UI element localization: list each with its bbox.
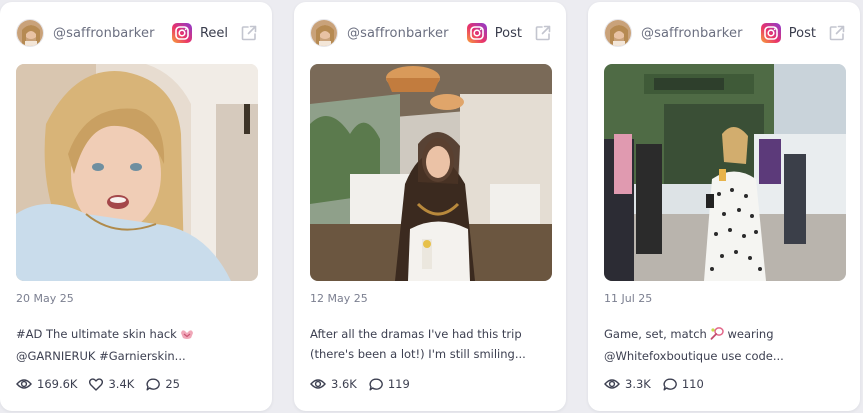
likes-stat: 3.4K (89, 377, 134, 391)
post-caption: After all the dramas I've had this trip … (310, 324, 550, 364)
instagram-icon (171, 23, 192, 43)
eye-icon (604, 379, 620, 389)
engagement-stats: 3.6K 119 (310, 377, 422, 391)
eye-icon (310, 379, 326, 389)
post-thumbnail[interactable] (310, 64, 552, 281)
views-count: 3.3K (625, 377, 651, 391)
instagram-icon (760, 23, 781, 43)
post-type-label: Reel (199, 25, 228, 41)
comments-stat: 25 (146, 377, 180, 391)
engagement-stats: 169.6K 3.4K 25 (16, 377, 192, 391)
comments-stat: 110 (663, 377, 704, 391)
caption-line: Game, set, match (604, 327, 707, 341)
username-handle[interactable]: @saffronbarker (641, 26, 761, 41)
views-count: 3.6K (331, 377, 357, 391)
post-card-1[interactable]: @saffronbarker Reel 20 May 25 #AD The ul… (0, 2, 272, 411)
avatar[interactable] (310, 19, 338, 47)
avatar[interactable] (604, 19, 632, 47)
username-handle[interactable]: @saffronbarker (347, 26, 467, 41)
card-header: @saffronbarker Post (310, 18, 552, 48)
post-date: 20 May 25 (16, 292, 74, 305)
post-thumbnail[interactable] (604, 64, 846, 281)
comments-count: 25 (165, 377, 180, 391)
tennis-racket-icon (710, 326, 724, 346)
card-header: @saffronbarker Post (604, 18, 846, 48)
views-stat: 3.3K (604, 377, 651, 391)
avatar[interactable] (16, 19, 44, 47)
comment-icon (146, 377, 161, 390)
instagram-icon (466, 23, 487, 43)
engagement-stats: 3.3K 110 (604, 377, 716, 391)
comments-count: 110 (681, 377, 704, 391)
eye-icon (16, 379, 32, 389)
comment-icon (663, 377, 677, 390)
caption-line: After all the dramas I've had this trip (310, 327, 522, 341)
views-stat: 169.6K (16, 377, 77, 391)
post-thumbnail[interactable] (16, 64, 258, 281)
caption-line: @Whitefoxboutique use code... (604, 349, 784, 363)
external-link-icon[interactable] (828, 24, 846, 42)
post-type-label: Post (788, 25, 816, 41)
external-link-icon[interactable] (534, 24, 552, 42)
username-handle[interactable]: @saffronbarker (53, 26, 172, 41)
post-date: 12 May 25 (310, 292, 368, 305)
views-count: 169.6K (37, 377, 78, 391)
views-stat: 3.6K (310, 377, 357, 391)
post-caption: #AD The ultimate skin hack @GARNIERUK #G… (16, 324, 256, 366)
heart-icon (89, 377, 104, 391)
caption-line: (there's been a lot!) I'm still smiling.… (310, 347, 526, 361)
external-link-icon[interactable] (240, 24, 258, 42)
post-card-3[interactable]: @saffronbarker Post 11 Jul 25 Game, set,… (588, 2, 860, 411)
card-header: @saffronbarker Reel (16, 18, 258, 48)
post-type-label: Post (494, 25, 522, 41)
pink-heart-hands-icon (180, 326, 194, 346)
post-date: 11 Jul 25 (604, 292, 653, 305)
post-caption: Game, set, match wearing @Whitefoxboutiq… (604, 324, 844, 366)
caption-line: @GARNIERUK #Garnierskin... (16, 349, 186, 363)
comment-icon (369, 377, 383, 390)
likes-count: 3.4K (108, 377, 135, 391)
post-card-2[interactable]: @saffronbarker Post 12 May 25 After all … (294, 2, 566, 411)
comments-count: 119 (387, 377, 410, 391)
comments-stat: 119 (369, 377, 410, 391)
caption-line: #AD The ultimate skin hack (16, 327, 177, 341)
